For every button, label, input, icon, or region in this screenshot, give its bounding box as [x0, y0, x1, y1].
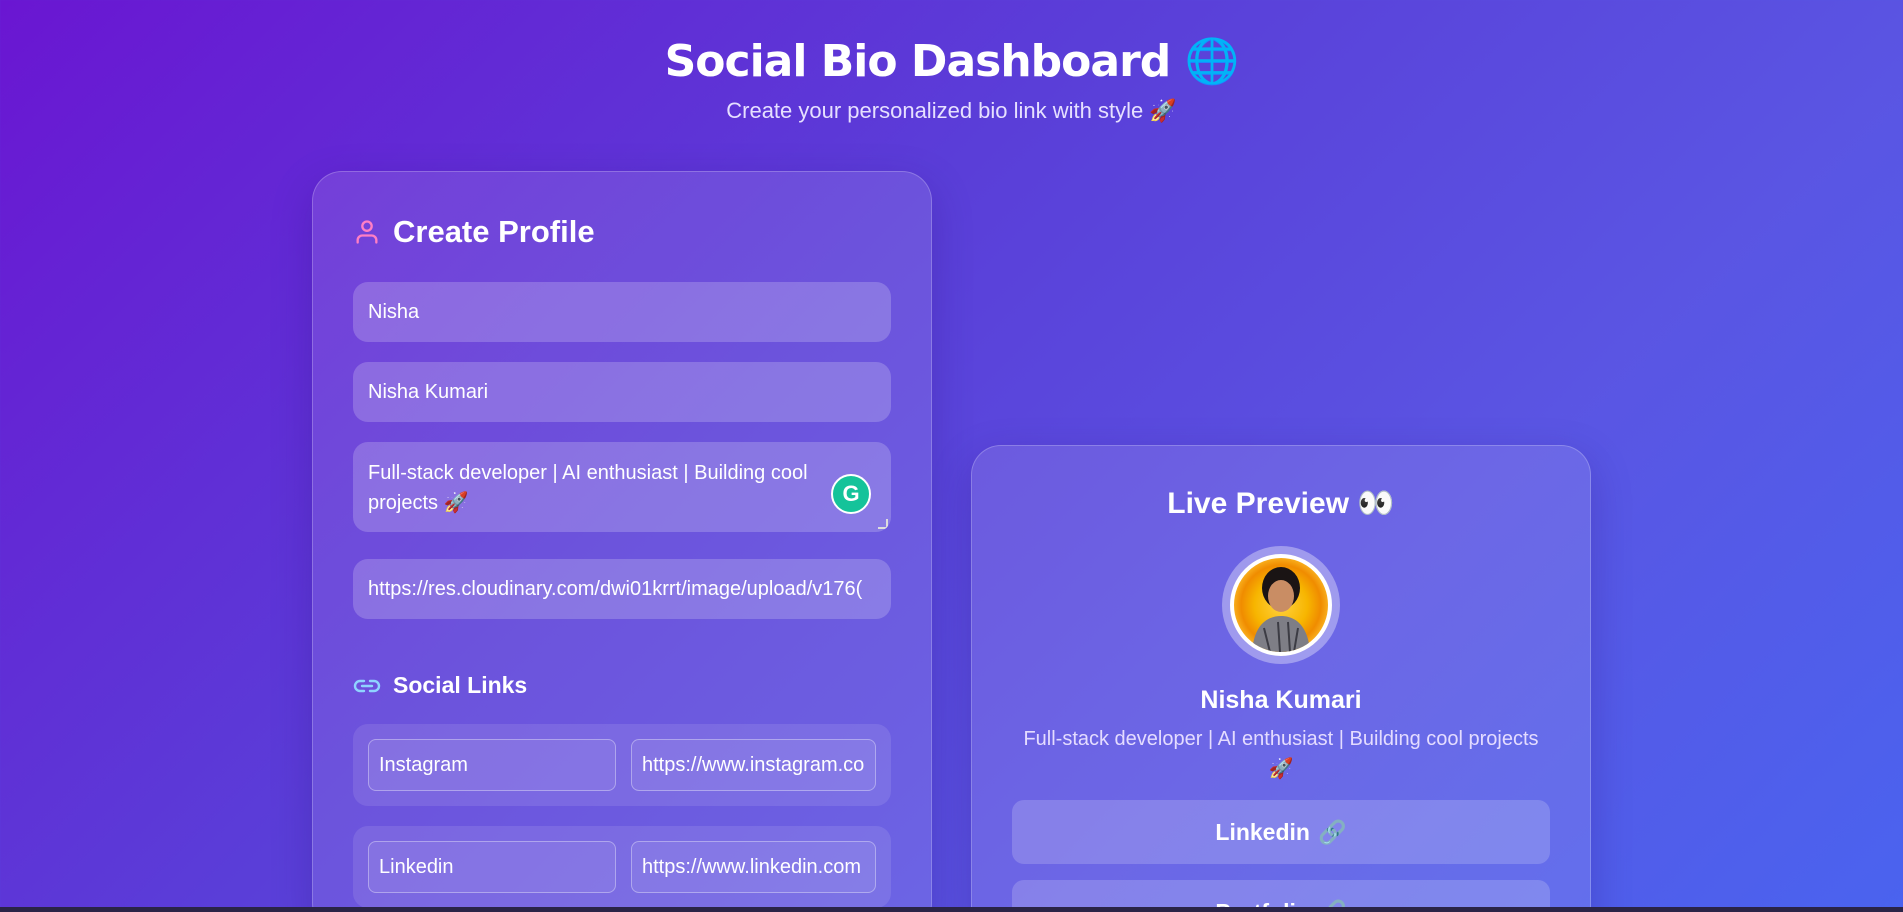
create-profile-card: Create Profile Nisha Nisha Kumari Full-s…: [312, 171, 932, 912]
preview-name: Nisha Kumari: [1200, 686, 1362, 714]
social-links-title: Social Links: [393, 672, 528, 698]
platform-input[interactable]: Instagram: [368, 739, 616, 791]
grammarly-icon[interactable]: G: [831, 474, 871, 514]
link-icon: [353, 679, 381, 692]
page-header: Social Bio Dashboard 🌐 Create your perso…: [0, 32, 1903, 124]
create-profile-title: Create Profile: [393, 214, 595, 249]
preview-link-button[interactable]: Linkedin 🔗: [1012, 800, 1550, 864]
platform-input[interactable]: Linkedin: [368, 841, 616, 893]
page-title: Social Bio Dashboard 🌐: [664, 36, 1240, 87]
avatar: [1230, 554, 1332, 656]
preview-link-label: Linkedin: [1215, 818, 1310, 845]
live-preview-card: Live Preview 👀 Nisha Kumari Full-stack d…: [971, 445, 1591, 912]
social-link-row: Instagram https://www.instagram.co: [353, 724, 891, 806]
social-link-row: Linkedin https://www.linkedin.com: [353, 826, 891, 908]
avatar-figure: [1252, 567, 1310, 652]
preview-bio: Full-stack developer | AI enthusiast | B…: [1023, 728, 1539, 780]
social-links-heading: Social Links: [353, 672, 527, 699]
grammarly-glyph: G: [842, 481, 860, 506]
url-input[interactable]: https://www.linkedin.com: [631, 841, 876, 893]
live-preview-title: Live Preview 👀: [1167, 487, 1395, 520]
user-icon: [356, 220, 378, 244]
page-subtitle: Create your personalized bio link with s…: [726, 98, 1177, 123]
window-bottom-edge: [0, 907, 1903, 912]
username-input[interactable]: Nisha: [353, 282, 891, 342]
link-icon: 🔗: [1317, 818, 1347, 845]
avatar-ring: [1222, 546, 1340, 664]
url-input[interactable]: https://www.instagram.co: [631, 739, 876, 791]
resize-handle[interactable]: [878, 519, 888, 529]
image-url-input[interactable]: https://res.cloudinary.com/dwi01krrt/ima…: [353, 559, 891, 619]
bio-text: Full-stack developer | AI enthusiast | B…: [368, 462, 808, 514]
create-profile-heading: Create Profile: [353, 214, 595, 250]
bio-textarea[interactable]: Full-stack developer | AI enthusiast | B…: [353, 442, 891, 532]
full-name-input[interactable]: Nisha Kumari: [353, 362, 891, 422]
